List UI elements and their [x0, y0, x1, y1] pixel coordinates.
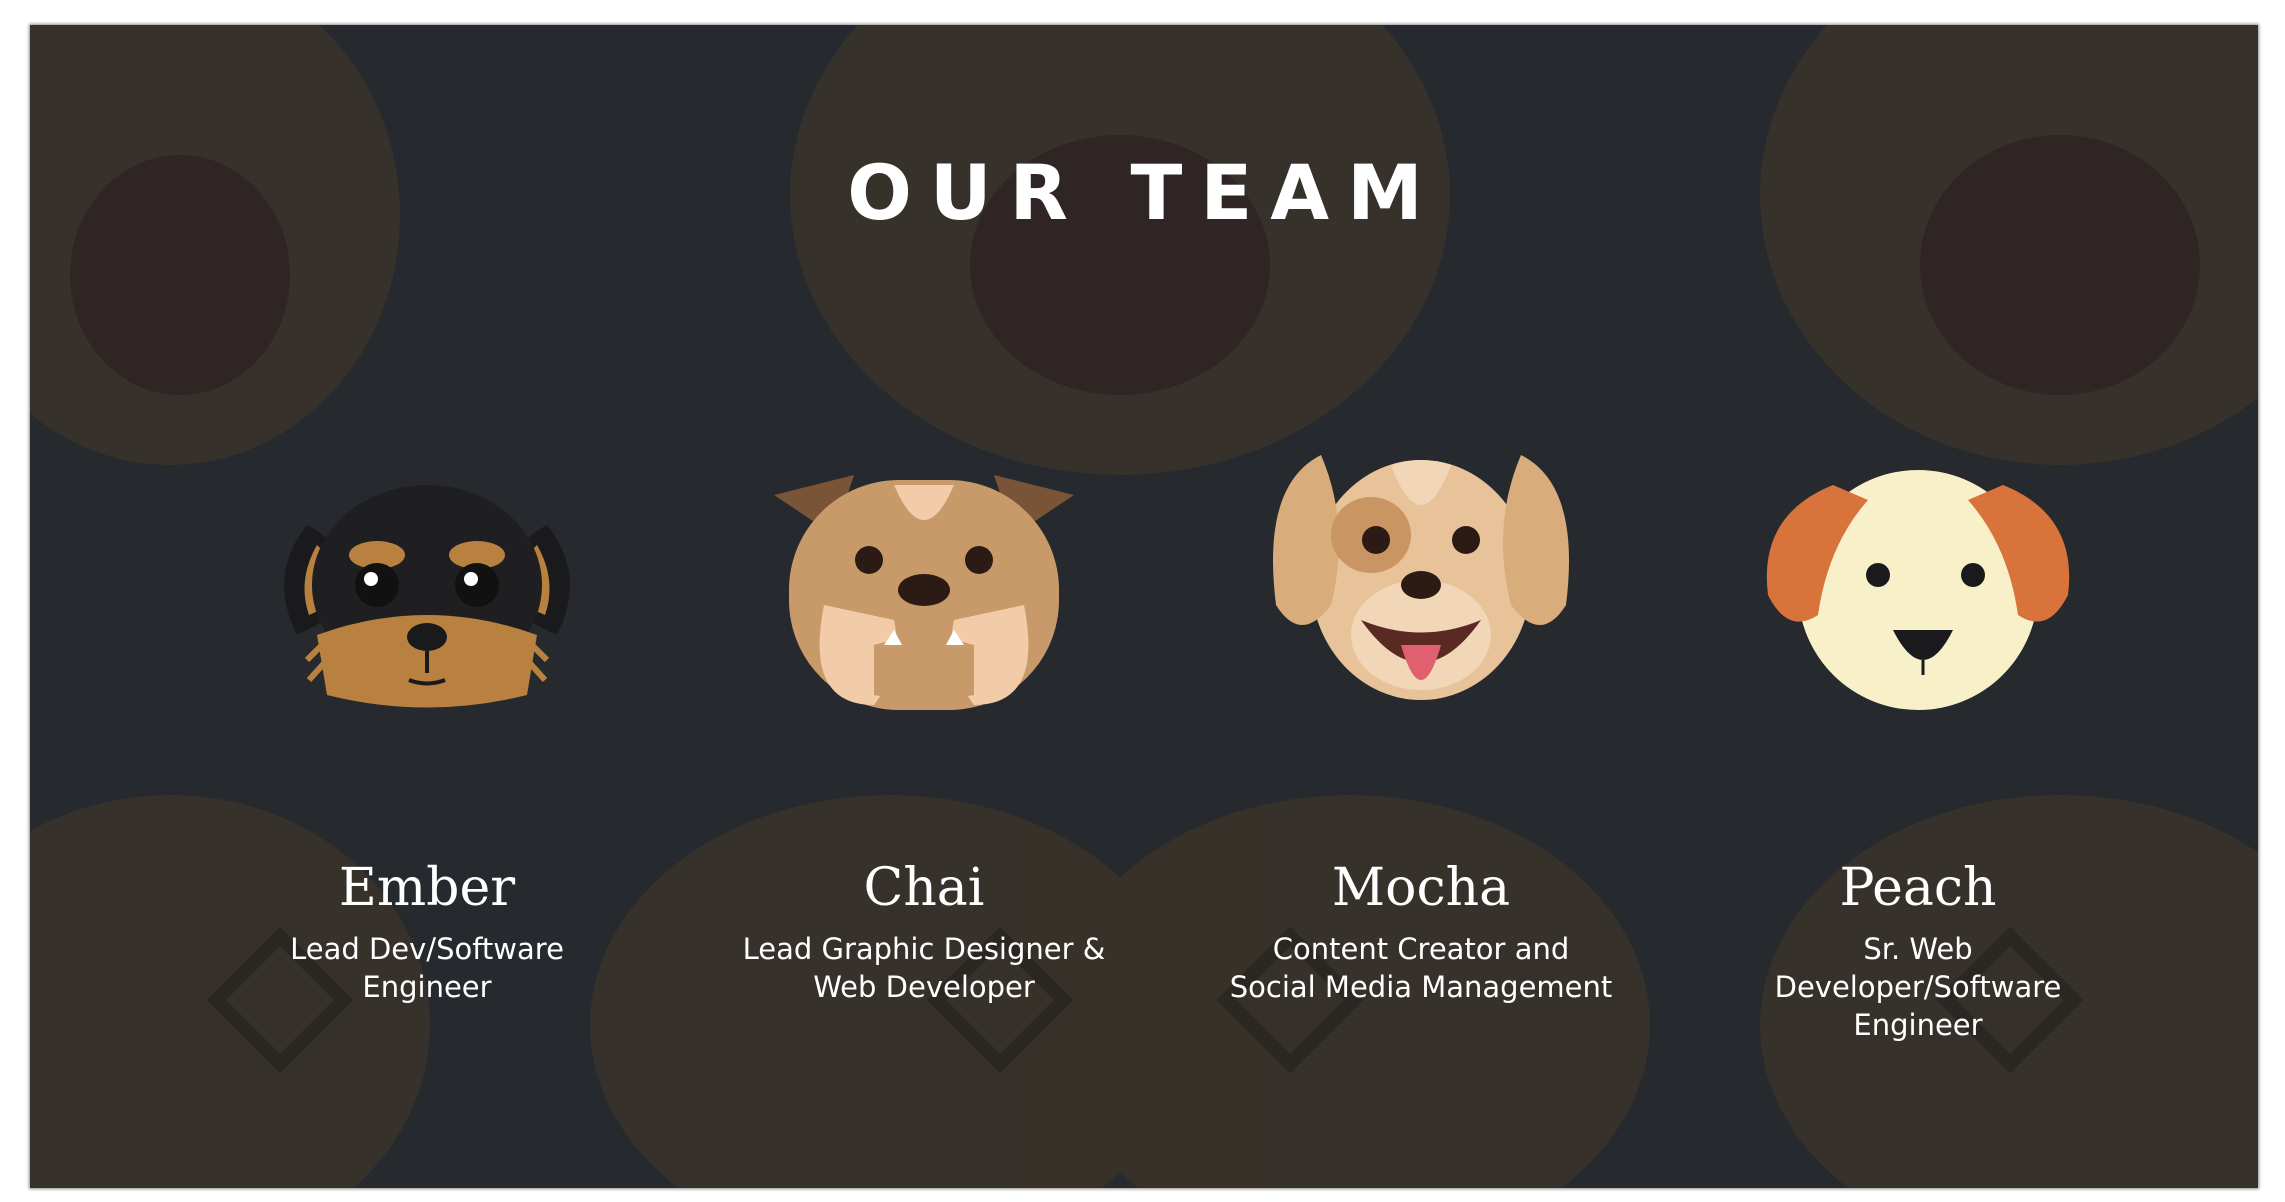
bulldog-icon: [774, 475, 1074, 710]
cream-puppy-icon: [1766, 470, 2070, 710]
retriever-icon: [1273, 455, 1569, 700]
rottweiler-puppy-icon: [284, 485, 570, 708]
page-frame: OUR TEAM Ember Lead Dev/Software Enginee…: [0, 0, 2285, 1202]
team-member-ember: Ember Lead Dev/Software Engineer: [187, 25, 667, 1188]
member-role: Sr. Web Developer/Software Engineer: [1774, 932, 2062, 1042]
team-member-mocha: Mocha Content Creator and Social Media M…: [1181, 25, 1661, 1188]
member-role: Content Creator and Social Media Managem…: [1229, 932, 1613, 1004]
member-name: Chai: [863, 858, 985, 918]
member-role: Lead Dev/Software Engineer: [290, 932, 564, 1004]
member-name: Mocha: [1331, 858, 1511, 918]
member-role: Lead Graphic Designer & Web Developer: [742, 932, 1106, 1004]
team-section: OUR TEAM Ember Lead Dev/Software Enginee…: [30, 25, 2258, 1188]
team-member-peach: Peach Sr. Web Developer/Software Enginee…: [1678, 25, 2158, 1188]
team-member-chai: Chai Lead Graphic Designer & Web Develop…: [684, 25, 1164, 1188]
member-name: Peach: [1839, 858, 1997, 918]
member-name: Ember: [338, 858, 516, 918]
